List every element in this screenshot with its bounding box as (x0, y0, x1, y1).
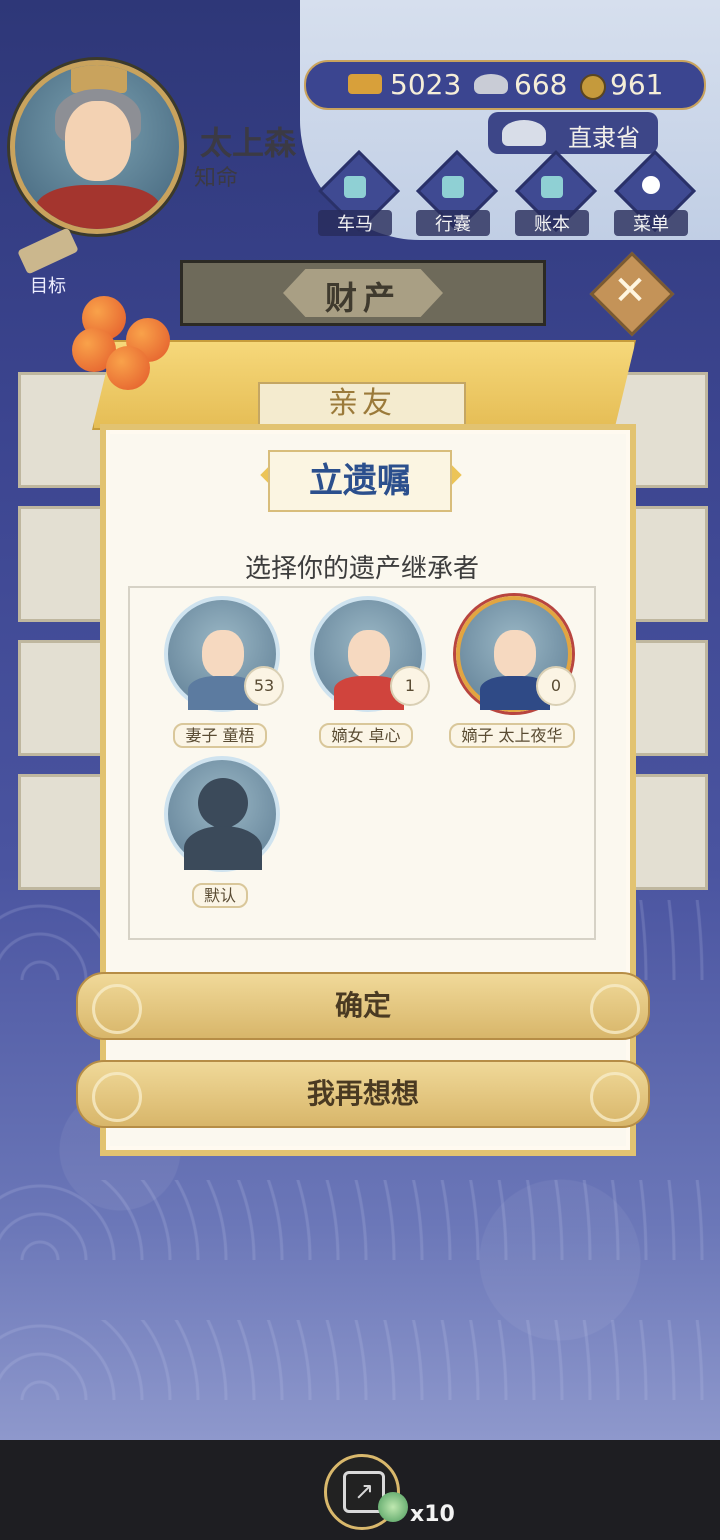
reconsider-label: 我再想想 (306, 1077, 419, 1110)
silhouette-icon (198, 778, 248, 828)
menu-label: 账本 (515, 210, 589, 236)
silhouette-body (184, 826, 262, 870)
heir-name-text: 嫡女 卓心 (319, 723, 413, 748)
coin-icon (580, 74, 606, 100)
reconsider-button[interactable]: 我再想想 (76, 1060, 650, 1128)
player-avatar[interactable] (10, 60, 184, 234)
heir-name-text: 妻子 童梧 (173, 723, 267, 748)
tab-label: 亲友 (328, 386, 396, 421)
persimmon-decoration (66, 290, 176, 400)
portrait-face (348, 630, 390, 678)
menu-bag-button[interactable]: 行囊 (415, 149, 499, 236)
building-icon (502, 120, 546, 146)
confirm-label: 确定 (334, 989, 391, 1022)
more-icon (642, 176, 660, 194)
menu-label: 菜单 (614, 210, 688, 236)
property-banner: 财产 (180, 260, 546, 326)
share-count: x10 (410, 1502, 455, 1527)
confirm-button[interactable]: 确定 (76, 972, 650, 1040)
province-button[interactable]: 直隶省 (488, 112, 658, 154)
menu-carriage-button[interactable]: 车马 (317, 149, 401, 236)
goal-button[interactable]: 目标 (12, 227, 84, 298)
heir-portrait (164, 756, 280, 872)
bag-icon (442, 176, 464, 198)
heir-name: 默认 (150, 882, 290, 908)
silver-amount: 668 (514, 68, 568, 101)
heir-age-badge: 53 (244, 666, 284, 706)
province-label: 直隶省 (568, 124, 640, 152)
portrait-face (494, 630, 536, 678)
carriage-icon (344, 176, 366, 198)
portrait-face (202, 630, 244, 678)
wave-pattern (0, 1320, 720, 1400)
menu-label: 行囊 (416, 210, 490, 236)
wave-pattern (0, 1180, 720, 1260)
dialog-title: 立遗嘱 (309, 461, 411, 501)
heir-age-badge: 1 (390, 666, 430, 706)
instruction-text: 选择你的遗产继承者 (244, 554, 479, 584)
player-name: 太上森 (200, 124, 297, 162)
menu-more-button[interactable]: 菜单 (613, 149, 697, 236)
menu-ledger-button[interactable]: 账本 (514, 149, 598, 236)
coin-amount: 961 (610, 68, 664, 101)
heir-name: 嫡子 太上夜华 (442, 722, 582, 748)
tab-relatives[interactable]: 亲友 (258, 382, 466, 426)
heir-option-wife[interactable]: 53 妻子 童梧 (160, 596, 284, 756)
gold-ingot-icon (348, 74, 382, 94)
jade-icon (378, 1492, 408, 1522)
close-icon[interactable]: ✕ (610, 264, 650, 318)
avatar-face (65, 101, 131, 181)
heir-age-badge: 0 (536, 666, 576, 706)
menu-label: 车马 (318, 210, 392, 236)
heir-name-text: 默认 (191, 883, 248, 908)
heir-name: 嫡女 卓心 (296, 722, 436, 748)
heir-name-text: 嫡子 太上夜华 (449, 723, 575, 748)
avatar-robe (35, 185, 161, 229)
ledger-icon (541, 176, 563, 198)
scroll-icon (17, 227, 79, 275)
heir-option-default[interactable]: 默认 (160, 756, 280, 916)
silver-ingot-icon (474, 74, 508, 94)
heir-option-son[interactable]: 0 嫡子 太上夜华 (449, 596, 576, 756)
player-title: 知命 (194, 166, 239, 191)
gold-amount: 5023 (390, 68, 462, 101)
dialog-title-plaque: 立遗嘱 (268, 450, 452, 512)
heir-name: 妻子 童梧 (150, 722, 290, 748)
heir-option-daughter[interactable]: 1 嫡女 卓心 (306, 596, 430, 756)
section-title: 财产 (324, 279, 401, 317)
orange (106, 346, 150, 390)
currency-bar: 5023 668 961 (304, 60, 706, 110)
